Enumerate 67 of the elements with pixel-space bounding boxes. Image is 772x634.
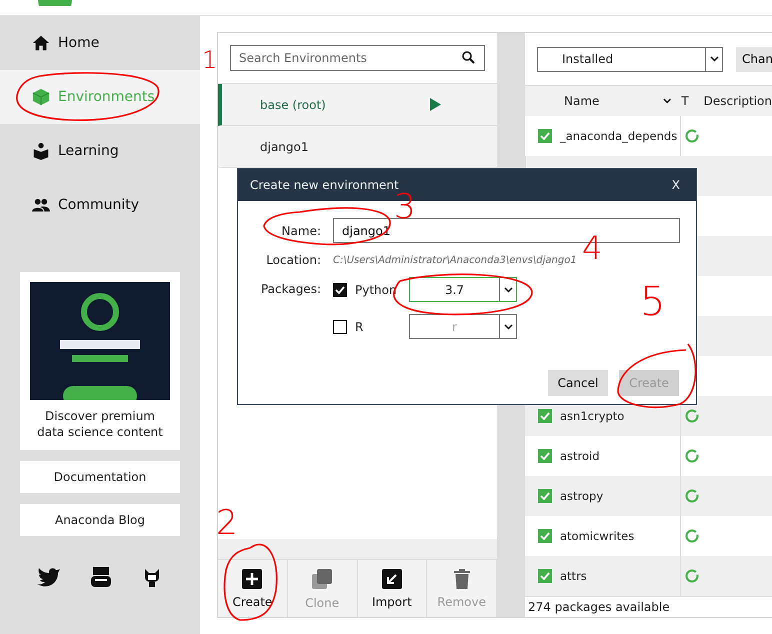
annotation-number: 1 (202, 48, 218, 72)
column-header[interactable]: Description (704, 94, 772, 108)
column-header[interactable]: Name (564, 94, 663, 108)
search-field[interactable]: Search Environments (230, 45, 485, 71)
checkbox[interactable] (538, 449, 552, 463)
sidebar-item[interactable]: Community (0, 178, 200, 232)
dialog-title: Create new environment (250, 178, 399, 192)
environment-item[interactable]: django1 (218, 126, 497, 168)
ring-icon (685, 489, 699, 503)
bird-icon[interactable] (36, 567, 61, 587)
location-path: C:\Users\Administrator\Anaconda3\envs\django1 (333, 254, 578, 266)
checkbox[interactable] (538, 529, 552, 543)
toolbar-button[interactable]: Import (358, 559, 428, 617)
people-icon (32, 196, 50, 214)
field-label: Name: (280, 224, 321, 238)
ring-icon (685, 449, 699, 463)
package-name: astroid (560, 449, 601, 463)
dialog-button[interactable]: Cancel (548, 370, 608, 396)
search-icon[interactable] (462, 51, 475, 64)
checkbox[interactable] (333, 320, 347, 334)
annotation-number: 5 (640, 282, 666, 322)
checkbox[interactable] (538, 569, 552, 583)
toolbar-button[interactable]: Create (218, 559, 288, 617)
trash-icon (454, 568, 470, 588)
package-name: atomicwrites (560, 529, 636, 543)
cube-icon (32, 88, 50, 106)
chevron-down-icon[interactable] (662, 98, 672, 104)
ring-icon (685, 129, 699, 143)
import-icon (382, 568, 402, 588)
close-button[interactable]: X (668, 178, 684, 192)
package-label: R (355, 320, 364, 334)
version-dropdown[interactable]: 3.7 (409, 277, 517, 302)
environment-item[interactable]: base (root) (218, 84, 497, 126)
sidebar-item[interactable]: Learning (0, 124, 200, 178)
chevron-down-icon (504, 286, 512, 292)
plus-icon (242, 568, 262, 588)
checkbox[interactable] (538, 409, 552, 423)
package-name: astropy (560, 489, 604, 503)
chevron-down-icon (504, 324, 512, 330)
annotation-number: 2 (216, 506, 238, 540)
sidebar-link[interactable]: Anaconda Blog (20, 504, 180, 536)
checkbox[interactable] (538, 489, 552, 503)
promo-caption: Discover premium data science content (36, 408, 164, 440)
checkbox[interactable] (538, 129, 552, 143)
promo-card[interactable]: Discover premium data science content (20, 272, 180, 450)
play-icon[interactable] (430, 98, 441, 111)
package-name: asn1crypto (560, 409, 626, 423)
sidebar-link[interactable]: Documentation (20, 461, 180, 493)
package-name: _anaconda_depends (560, 129, 678, 143)
channels-button[interactable]: Chan (736, 46, 772, 72)
ring-icon (685, 569, 699, 583)
field-label: Location: (265, 253, 321, 267)
field-label: Packages: (260, 282, 321, 296)
logo-icon (38, 0, 72, 6)
reader-icon (32, 142, 50, 160)
sidebar-item[interactable]: Home (0, 16, 200, 70)
filter-dropdown[interactable]: Installed (537, 46, 723, 72)
chevron-down-icon (710, 56, 718, 62)
clone-icon (311, 568, 334, 590)
ring-icon (685, 529, 699, 543)
home-icon (32, 34, 50, 52)
column-header[interactable]: T (681, 94, 689, 108)
video-icon[interactable] (90, 566, 112, 588)
status-text: 274 packages available (525, 596, 772, 617)
checkbox[interactable] (333, 282, 347, 296)
package-name: attrs (560, 569, 588, 583)
ring-icon (685, 409, 699, 423)
